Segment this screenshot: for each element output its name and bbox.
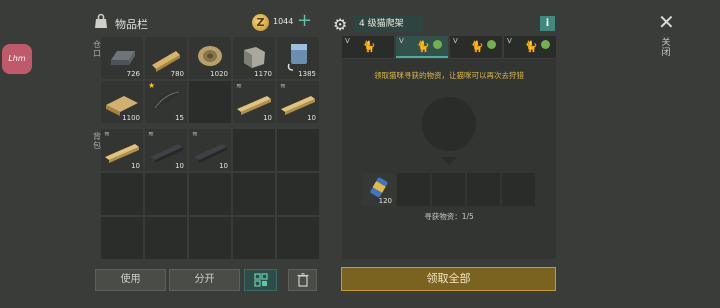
inventory-slot[interactable] <box>145 173 187 215</box>
inventory-slot[interactable] <box>233 129 275 171</box>
tab-cat-2[interactable]: V 🐈 <box>396 36 448 58</box>
backpack-grid: ≋ 10 ≋ 10 ≋ 10 <box>101 129 319 259</box>
slot-qty: 15 <box>175 114 184 122</box>
trash-button[interactable] <box>288 269 317 291</box>
reward-slots: 120 <box>362 173 535 206</box>
cat-tabs: V 🐈 V 🐈 V 🐈 V 🐈 <box>342 36 556 58</box>
use-button[interactable]: 使用 <box>95 269 166 291</box>
grid-icon <box>253 273 268 287</box>
inventory-slot[interactable]: 726 <box>101 37 143 79</box>
tab-level: V <box>507 37 512 45</box>
inventory-slot[interactable] <box>189 217 231 259</box>
reward-slot[interactable] <box>397 173 430 206</box>
hint-text: 领取猫咪寻获的物资，让猫咪可以再次去狩猎 <box>374 71 524 80</box>
inventory-slot[interactable]: ≋ 10 <box>189 129 231 171</box>
cat-icon: 🐈 <box>470 40 484 53</box>
tab-level: V <box>453 37 458 45</box>
collect-all-button[interactable]: 领取全部 <box>341 267 556 291</box>
reward-slot[interactable] <box>467 173 500 206</box>
reward-slot[interactable] <box>432 173 465 206</box>
inventory-title: 物品栏 <box>115 18 148 31</box>
cat-icon: 🐈 <box>524 40 538 53</box>
inventory-slot[interactable]: 1100 <box>101 81 143 123</box>
close-label[interactable]: 关闭 <box>661 38 671 58</box>
inventory-slot[interactable] <box>277 173 319 215</box>
found-count: 寻获物资：1/5 <box>424 212 474 221</box>
star-icon: ★ <box>148 81 156 90</box>
status-leaf-icon <box>541 40 550 49</box>
pointer-triangle <box>441 157 457 165</box>
reward-slot[interactable]: 120 <box>362 173 395 206</box>
tab-level: V <box>345 37 350 45</box>
slot-qty: 120 <box>378 197 392 205</box>
inventory-slot[interactable]: ★ 15 <box>145 81 187 123</box>
tab-cat-4[interactable]: V 🐈 <box>504 36 556 58</box>
inventory-slot[interactable] <box>189 81 231 123</box>
inventory-slot[interactable] <box>277 129 319 171</box>
cat-icon: 🐈 <box>416 40 430 53</box>
slot-qty: 780 <box>170 70 184 78</box>
slot-qty: 10 <box>131 162 140 170</box>
cat-icon: 🐈 <box>362 40 376 53</box>
bag-icon <box>95 13 107 28</box>
slot-qty: 10 <box>307 114 316 122</box>
sort-button[interactable] <box>244 269 277 291</box>
inventory-slot[interactable] <box>189 173 231 215</box>
slot-qty: 10 <box>219 162 228 170</box>
tab-level: V <box>399 37 404 45</box>
slot-qty: 1170 <box>254 70 272 78</box>
inventory-slot[interactable] <box>233 173 275 215</box>
inventory-slot[interactable] <box>101 173 143 215</box>
split-button[interactable]: 分开 <box>169 269 240 291</box>
inventory-slot[interactable]: ≋ 10 <box>145 129 187 171</box>
coin-count: 1044 <box>273 17 294 26</box>
slot-qty: 1020 <box>210 70 228 78</box>
inventory-slot[interactable]: 780 <box>145 37 187 79</box>
coin-icon: Z <box>252 14 269 31</box>
close-icon[interactable]: ✕ <box>658 10 675 34</box>
inventory-slot[interactable]: ≋ 10 <box>233 81 275 123</box>
inventory-slot[interactable]: ≋ 10 <box>101 129 143 171</box>
inventory-slot[interactable]: 1385 <box>277 37 319 79</box>
inventory-slot[interactable]: 1170 <box>233 37 275 79</box>
user-avatar[interactable]: Lhm <box>2 44 32 74</box>
gear-icon: ⚙ <box>333 15 348 34</box>
status-leaf-icon <box>487 40 496 49</box>
inventory-slot[interactable] <box>101 217 143 259</box>
reward-slot[interactable] <box>502 173 535 206</box>
cat-portrait-placeholder <box>422 97 476 151</box>
slot-qty: 10 <box>175 162 184 170</box>
storage-grid: 726 780 1020 1170 1385 1100 ★ 15 ≋ 10 ≋ … <box>101 37 319 123</box>
inventory-slot[interactable] <box>277 217 319 259</box>
add-coins-button[interactable]: + <box>297 12 312 30</box>
slot-qty: 1385 <box>298 70 316 78</box>
station-name: 4 级猫爬架 <box>354 16 423 32</box>
inventory-slot[interactable] <box>233 217 275 259</box>
inventory-slot[interactable]: ≋ 10 <box>277 81 319 123</box>
slot-qty: 726 <box>126 70 140 78</box>
inventory-slot[interactable] <box>145 217 187 259</box>
inventory-slot[interactable]: 1020 <box>189 37 231 79</box>
tab-cat-3[interactable]: V 🐈 <box>450 36 502 58</box>
slot-qty: 10 <box>263 114 272 122</box>
status-leaf-icon <box>433 40 442 49</box>
tab-cat-1[interactable]: V 🐈 <box>342 36 394 58</box>
info-button[interactable]: i <box>540 16 555 31</box>
trash-icon <box>297 273 308 287</box>
slot-qty: 1100 <box>122 114 140 122</box>
